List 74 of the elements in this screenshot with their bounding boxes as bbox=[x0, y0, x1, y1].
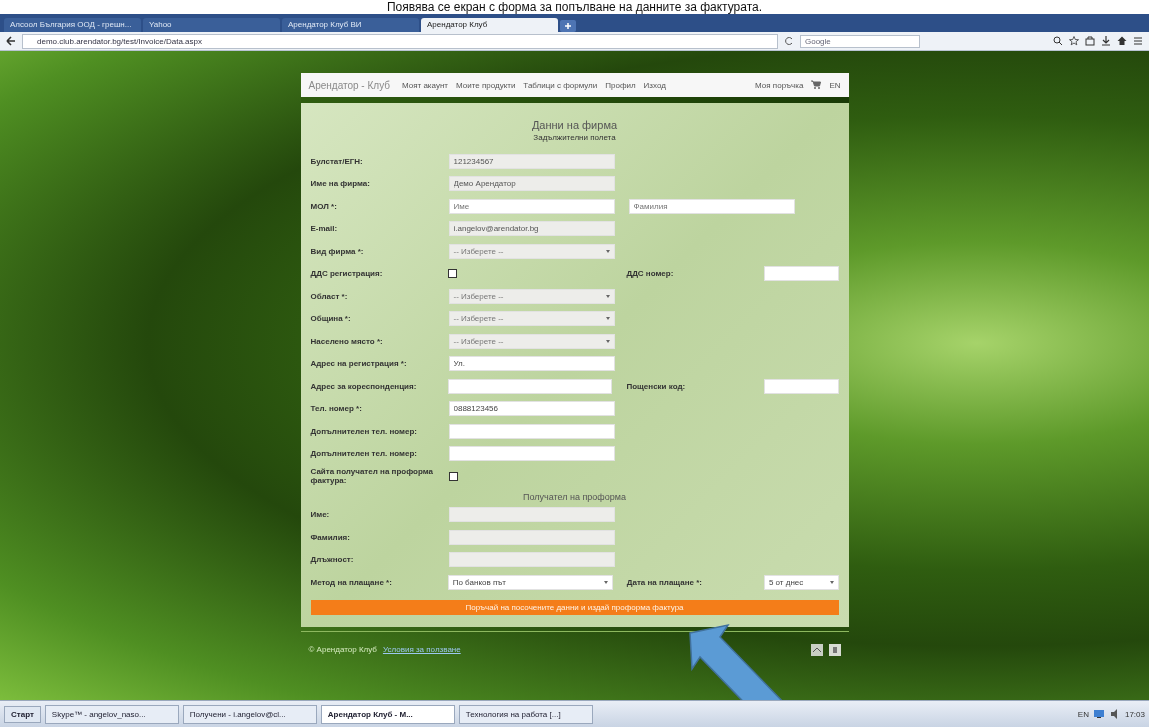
field-label: Длъжност: bbox=[310, 555, 355, 565]
clock-text: 17:03 bbox=[1124, 709, 1145, 719]
scroll-up-icon[interactable] bbox=[810, 643, 823, 656]
checkbox[interactable] bbox=[448, 471, 458, 481]
field-label: Булстат/ЕГН: bbox=[310, 156, 364, 166]
input-field[interactable]: Фамилия bbox=[628, 198, 795, 214]
field-label: ДДС номер: bbox=[626, 269, 675, 279]
page-icon[interactable] bbox=[828, 643, 841, 656]
field-label: Име на фирма: bbox=[310, 179, 371, 189]
taskbar-item[interactable]: Арендатор Клуб - M... bbox=[320, 704, 455, 724]
footer-link[interactable]: Условия за ползване bbox=[382, 645, 461, 654]
nav-link[interactable]: Таблици с формули bbox=[523, 80, 598, 90]
home-icon[interactable] bbox=[1117, 36, 1127, 46]
browser-tab[interactable]: Арендатор Клуб bbox=[421, 18, 558, 32]
required-note: Задължителни полета bbox=[532, 133, 617, 142]
browser-tab[interactable]: Yahoo bbox=[143, 18, 280, 32]
input-field[interactable] bbox=[763, 378, 839, 394]
field-label: Община *: bbox=[310, 314, 352, 324]
field-label: МОЛ *: bbox=[310, 201, 338, 211]
menu-icon[interactable] bbox=[1133, 36, 1143, 46]
search-icon[interactable] bbox=[1053, 36, 1063, 46]
input-field[interactable] bbox=[763, 266, 839, 282]
input-field[interactable] bbox=[447, 378, 613, 394]
browser-tab[interactable]: Арендатор Клуб ВИ bbox=[282, 18, 419, 32]
input-field[interactable]: 0888123456 bbox=[448, 401, 615, 417]
address-field[interactable]: demo.club.arendator.bg/test/Invoice/Data.aspx bbox=[22, 33, 778, 49]
cart-icon[interactable] bbox=[811, 80, 822, 90]
nav-link[interactable]: Моят акаунт bbox=[402, 80, 448, 90]
field-label: Дата на плащане *: bbox=[626, 577, 703, 587]
taskbar-item[interactable]: Получени - i.angelov@cl... bbox=[182, 704, 317, 724]
start-button[interactable]: Старт bbox=[4, 705, 41, 723]
field-label: Тел. номер *: bbox=[310, 404, 363, 414]
monitor-icon[interactable] bbox=[1092, 708, 1105, 720]
nav-link[interactable]: Моите продукти bbox=[456, 80, 516, 90]
input-field[interactable]: Ул. bbox=[448, 356, 615, 372]
back-icon[interactable] bbox=[6, 36, 16, 46]
new-tab-icon[interactable] bbox=[560, 20, 576, 32]
field-label: Метод на плащане *: bbox=[310, 577, 393, 587]
field-label: Населено място *: bbox=[310, 336, 384, 346]
dropdown[interactable]: 5 от днес bbox=[763, 574, 839, 590]
field-label: Адрес на регистрация *: bbox=[310, 359, 408, 369]
field-label: ДДС регистрация: bbox=[310, 269, 384, 279]
field-label: Име: bbox=[310, 510, 331, 520]
star-icon[interactable] bbox=[1069, 36, 1079, 46]
taskbar-item[interactable]: Skype™ - angelov_naso... bbox=[44, 704, 179, 724]
field-label: Вид фирма *: bbox=[310, 246, 365, 256]
input-field[interactable]: Име bbox=[448, 198, 615, 214]
field-label: E-mail: bbox=[310, 224, 339, 234]
field-label: Сайта получател на проформа фактура: bbox=[310, 467, 434, 486]
field-label: Адрес за кореспонденция: bbox=[310, 381, 418, 391]
field-label: Област *: bbox=[310, 291, 349, 301]
clipboard-icon[interactable] bbox=[1085, 36, 1095, 46]
form-title: Данни на фирма bbox=[530, 119, 619, 131]
input-field[interactable] bbox=[448, 446, 615, 462]
field-label: Допълнителен тел. номер: bbox=[310, 449, 418, 459]
field-label: Допълнителен тел. номер: bbox=[310, 426, 418, 436]
search-field[interactable]: Google bbox=[800, 34, 920, 48]
download-icon[interactable] bbox=[1101, 36, 1111, 46]
browser-tab[interactable]: Алсоол България ООД - грешн... bbox=[4, 18, 141, 32]
language-indicator[interactable]: EN bbox=[1077, 709, 1089, 719]
caption-text: Появява се екран с форма за попълване на данните за фактурата. bbox=[386, 0, 763, 14]
checkbox[interactable] bbox=[447, 269, 457, 279]
section-title: Получател на проформа bbox=[522, 491, 627, 502]
dropdown[interactable]: По банков път bbox=[447, 574, 613, 590]
reload-icon[interactable] bbox=[784, 36, 794, 46]
input-field[interactable] bbox=[448, 423, 615, 439]
nav-link[interactable]: Профил bbox=[605, 80, 636, 90]
cart-link[interactable]: Моя поръчка bbox=[755, 80, 804, 90]
field-label: Фамилия: bbox=[310, 532, 351, 542]
taskbar-item[interactable]: Технология на работа [...] bbox=[458, 704, 593, 724]
field-label: Пощенски код: bbox=[626, 381, 687, 391]
copyright-text: © Арендатор Клуб bbox=[308, 645, 377, 654]
nav-link[interactable]: Изход bbox=[643, 80, 666, 90]
language-link[interactable]: EN bbox=[829, 80, 841, 90]
